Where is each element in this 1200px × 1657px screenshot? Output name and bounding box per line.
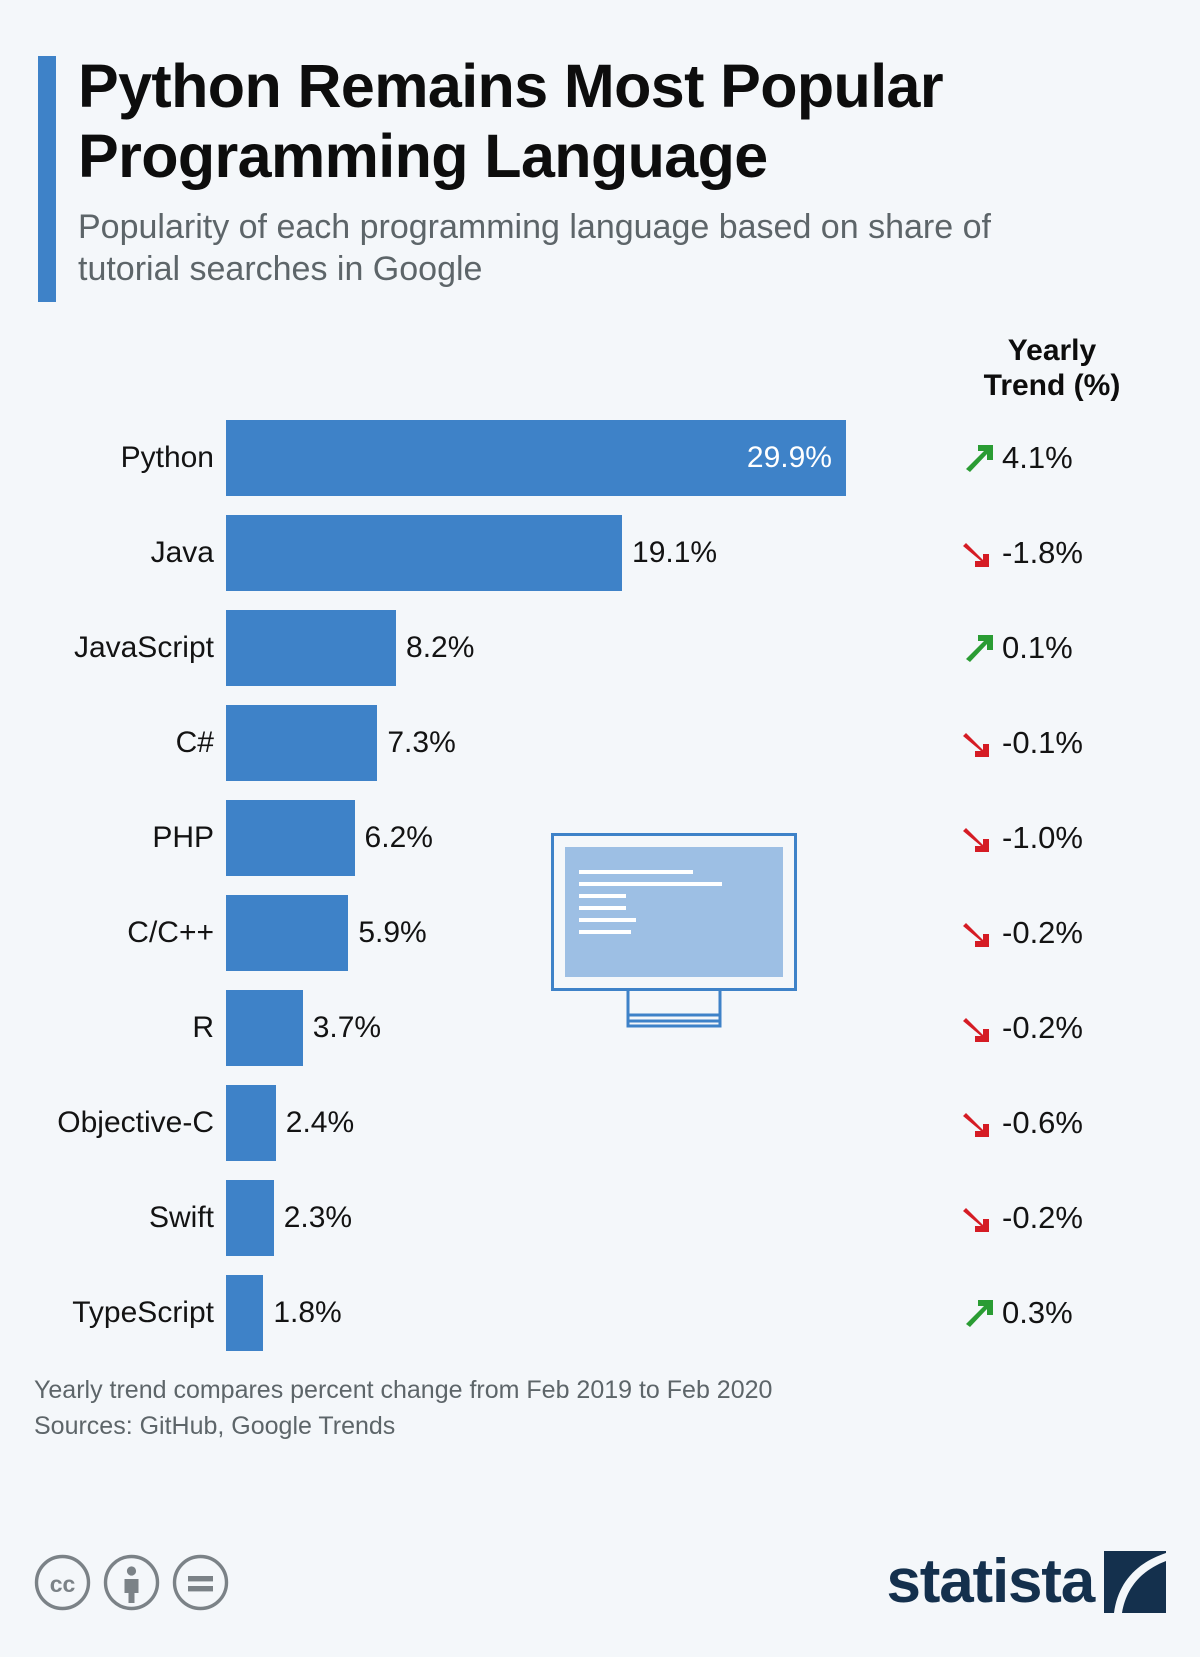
statista-logo: statista	[886, 1547, 1166, 1617]
bar-label: JavaScript	[73, 630, 214, 664]
bar	[226, 894, 349, 971]
arrow-down-right-icon	[963, 1207, 989, 1232]
bar	[226, 704, 378, 781]
arrow-up-right-icon	[966, 634, 993, 662]
bar-value: 3.7%	[312, 1010, 382, 1044]
header: Python Remains Most Popular Programming …	[0, 0, 1200, 302]
bar-value: 7.3%	[387, 725, 456, 759]
svg-text:cc: cc	[50, 1571, 76, 1597]
chart-row: Swift 2.3% -0.2%	[0, 1170, 1200, 1265]
trend-cell: -0.1%	[932, 725, 1172, 761]
chart-row: Objective-C 2.4% -0.6%	[0, 1075, 1200, 1170]
trend-cell: -0.2%	[932, 1200, 1172, 1236]
trend-value: -1.8%	[1002, 534, 1083, 570]
trend-cell: -1.0%	[932, 820, 1172, 856]
bar-cell: 5.9%	[226, 885, 427, 980]
bar-cell: 1.8%	[226, 1265, 342, 1360]
no-derivatives-equals-icon	[172, 1554, 229, 1610]
bar-cell: 3.7%	[226, 980, 381, 1075]
arrow-down-right-icon	[963, 732, 989, 757]
bar-cell: 29.9%	[226, 410, 846, 505]
trend-cell: -0.2%	[932, 915, 1172, 951]
bar-value: 2.3%	[283, 1200, 353, 1234]
arrow-down-right-icon	[963, 1017, 989, 1042]
footnote-trend-definition: Yearly trend compares percent change fro…	[34, 1376, 773, 1404]
bar	[226, 1274, 264, 1351]
attribution-person-icon	[103, 1554, 160, 1610]
bar-value: 6.2%	[364, 820, 433, 854]
bar-value: 8.2%	[406, 630, 475, 664]
bar-cell: 2.3%	[226, 1170, 352, 1265]
page-title: Python Remains Most Popular Programming …	[78, 52, 944, 190]
trend-value: -0.2%	[1002, 914, 1083, 950]
computer-monitor-icon	[551, 833, 797, 1028]
bar-label: Python	[120, 440, 214, 474]
arrow-up-right-icon	[966, 444, 993, 472]
bar	[226, 799, 355, 876]
trend-header-line1: Yearly	[1007, 334, 1097, 367]
chart-row: JavaScript 8.2% 0.1%	[0, 600, 1200, 695]
trend-cell: 0.3%	[932, 1295, 1172, 1331]
trend-value: -0.2%	[1002, 1009, 1083, 1045]
chart-row: TypeScript 1.8% 0.3%	[0, 1265, 1200, 1360]
footnotes: Yearly trend compares percent change fro…	[34, 1373, 772, 1444]
bar-label: R	[192, 1010, 214, 1044]
trend-cell: -0.2%	[932, 1010, 1172, 1046]
trend-cell: 0.1%	[932, 630, 1172, 666]
bar	[226, 1179, 274, 1256]
bar-label: C/C++	[127, 915, 214, 949]
chart-row: C# 7.3% -0.1%	[0, 695, 1200, 790]
bar-label: Java	[150, 535, 214, 569]
bar-value: 19.1%	[632, 535, 718, 569]
bar-cell: 19.1%	[226, 505, 717, 600]
arrow-down-right-icon	[963, 827, 989, 852]
trend-cell: 4.1%	[932, 440, 1172, 476]
bar-label: Objective-C	[57, 1105, 214, 1139]
bar-cell: 6.2%	[226, 790, 433, 885]
footnote-sources: Sources: GitHub, Google Trends	[34, 1411, 396, 1440]
footer: cc statista	[0, 1549, 1200, 1615]
bar: 29.9%	[226, 419, 846, 496]
cc-icon: cc	[34, 1554, 91, 1610]
bar-label: PHP	[152, 820, 214, 854]
bar-label: Swift	[148, 1200, 214, 1234]
chart-row: Java 19.1% -1.8%	[0, 505, 1200, 600]
trend-value: 4.1%	[1002, 439, 1073, 475]
bar-label: C#	[175, 725, 214, 759]
statista-mark-icon	[1104, 1551, 1166, 1613]
bar	[226, 609, 397, 686]
accent-bar	[38, 56, 56, 302]
bar-cell: 7.3%	[226, 695, 456, 790]
bar-cell: 2.4%	[226, 1075, 354, 1170]
bar-value: 2.4%	[285, 1105, 355, 1139]
arrow-up-right-icon	[966, 1299, 993, 1327]
trend-value: -0.1%	[1002, 724, 1083, 760]
infographic-root: Python Remains Most Popular Programming …	[0, 0, 1200, 1657]
arrow-down-right-icon	[963, 922, 989, 947]
creative-commons-icons: cc	[34, 1554, 229, 1611]
trend-value: 0.3%	[1002, 1294, 1073, 1330]
bar-value: 29.9%	[746, 440, 832, 474]
trend-value: -0.6%	[1002, 1104, 1083, 1140]
bar	[226, 514, 623, 591]
bar-label: TypeScript	[72, 1295, 214, 1329]
arrow-down-right-icon	[963, 1112, 989, 1137]
bar	[226, 1084, 276, 1161]
trend-column-header: Yearly Trend (%)	[932, 333, 1172, 404]
trend-value: -1.0%	[1002, 819, 1083, 855]
bar-cell: 8.2%	[226, 600, 474, 695]
bar	[226, 989, 303, 1066]
chart-row: Python 29.9% 4.1%	[0, 410, 1200, 505]
page-subtitle: Popularity of each programming language …	[78, 208, 991, 288]
trend-value: -0.2%	[1002, 1199, 1083, 1235]
statista-wordmark: statista	[886, 1547, 1096, 1617]
bar-value: 5.9%	[358, 915, 427, 949]
trend-cell: -0.6%	[932, 1105, 1172, 1141]
arrow-down-right-icon	[963, 542, 989, 567]
trend-value: 0.1%	[1002, 629, 1073, 665]
trend-header-line2: Trend (%)	[983, 369, 1121, 403]
bar-value: 1.8%	[273, 1295, 342, 1329]
trend-cell: -1.8%	[932, 535, 1172, 571]
